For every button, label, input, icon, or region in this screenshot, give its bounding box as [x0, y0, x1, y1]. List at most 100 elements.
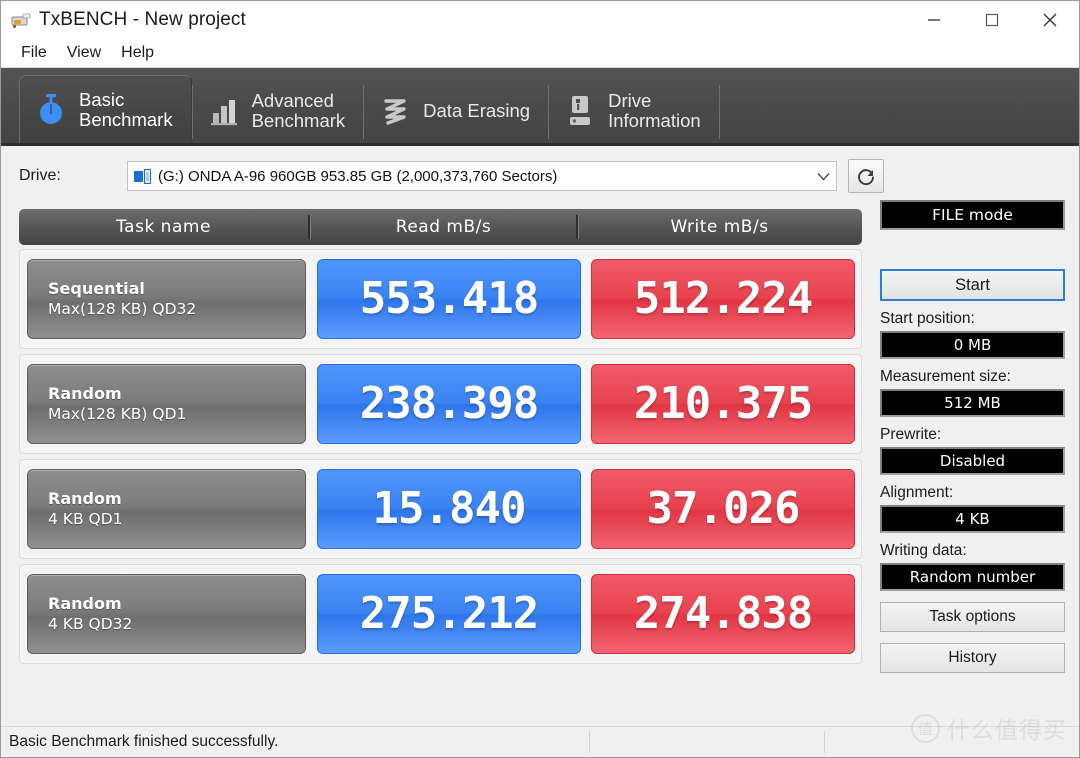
window-title: TxBENCH - New project	[39, 9, 246, 30]
write-speed-value: 210.375	[633, 378, 813, 429]
start-position-field[interactable]: 0 MB	[880, 331, 1065, 359]
task-name-line2: Max(128 KB) QD1	[48, 405, 187, 423]
read-speed-cell: 15.840	[317, 469, 581, 549]
start-position-value: 0 MB	[953, 336, 992, 354]
task-name-line1: Random	[48, 489, 122, 508]
drive-select-value: (G:) ONDA A-96 960GB 953.85 GB (2,000,37…	[158, 167, 558, 185]
task-name-line2: 4 KB QD1	[48, 510, 123, 528]
writing-data-field[interactable]: Random number	[880, 563, 1065, 591]
tab-basic-benchmark-label: Basic Benchmark	[79, 88, 173, 130]
column-header-task: Task name	[116, 217, 211, 237]
prewrite-value: Disabled	[939, 452, 1006, 470]
status-message: Basic Benchmark finished successfully.	[9, 733, 279, 750]
task-name-cell[interactable]: Random 4 KB QD32	[27, 574, 306, 654]
task-name-cell[interactable]: Sequential Max(128 KB) QD32	[27, 259, 306, 339]
task-name-line1: Random	[48, 594, 122, 613]
status-pane-2	[589, 731, 824, 753]
table-row: Random 4 KB QD32 275.212 274.838	[19, 564, 862, 664]
menu-item-help[interactable]: Help	[111, 42, 164, 64]
measurement-size-field[interactable]: 512 MB	[880, 389, 1065, 417]
start-button[interactable]: Start	[880, 269, 1065, 301]
tab-data-erasing[interactable]: Data Erasing	[364, 79, 548, 143]
read-speed-cell: 553.418	[317, 259, 581, 339]
tab-label-line1: Basic	[79, 88, 125, 110]
write-speed-value: 274.838	[633, 588, 813, 639]
writing-data-label: Writing data:	[880, 542, 967, 559]
write-speed-cell: 210.375	[591, 364, 855, 444]
close-button[interactable]	[1021, 1, 1079, 39]
txbench-window: TxBENCH - New project File View Help Bas…	[0, 0, 1080, 758]
measurement-size-value: 512 MB	[944, 394, 1001, 412]
read-speed-cell: 275.212	[317, 574, 581, 654]
tab-advanced-benchmark[interactable]: Advanced Benchmark	[193, 79, 364, 143]
tab-divider	[718, 85, 720, 139]
write-speed-value: 512.224	[633, 273, 813, 324]
tab-data-erasing-label: Data Erasing	[423, 101, 530, 121]
column-header-write: Write mB/s	[670, 217, 769, 237]
file-mode-button[interactable]: FILE mode	[880, 200, 1065, 230]
drive-label: Drive:	[19, 167, 61, 184]
task-name-cell[interactable]: Random 4 KB QD1	[27, 469, 306, 549]
table-row: Random 4 KB QD1 15.840 37.026	[19, 459, 862, 559]
settings-sidebar: FILE mode Start Start position: 0 MB Mea…	[862, 193, 1079, 726]
start-position-label: Start position:	[880, 310, 975, 327]
task-name-line1: Sequential	[48, 279, 145, 298]
title-bar: TxBENCH - New project	[1, 1, 1079, 39]
maximize-button[interactable]	[963, 1, 1021, 39]
write-speed-cell: 37.026	[591, 469, 855, 549]
tab-drive-information[interactable]: Drive Information	[549, 79, 719, 143]
alignment-label: Alignment:	[880, 484, 954, 501]
tab-label-line1: Advanced	[251, 90, 334, 111]
tab-label-line2: Benchmark	[79, 108, 173, 130]
task-name-cell[interactable]: Random Max(128 KB) QD1	[27, 364, 306, 444]
bar-chart-icon	[207, 91, 241, 131]
status-bar: Basic Benchmark finished successfully.	[1, 726, 1079, 757]
task-name-line1: Random	[48, 384, 122, 403]
history-button[interactable]: History	[880, 643, 1065, 673]
history-label: History	[948, 649, 997, 666]
alignment-field[interactable]: 4 KB	[880, 505, 1065, 533]
read-speed-cell: 238.398	[317, 364, 581, 444]
write-speed-cell: 274.838	[591, 574, 855, 654]
read-speed-value: 238.398	[359, 378, 539, 429]
minimize-button[interactable]	[905, 1, 963, 39]
refresh-icon[interactable]	[848, 159, 884, 193]
drive-select[interactable]: (G:) ONDA A-96 960GB 953.85 GB (2,000,37…	[127, 161, 837, 191]
status-pane-3	[824, 731, 1079, 753]
benchmark-panel: Task name Read mB/s Write mB/s Sequentia…	[19, 193, 862, 726]
menu-item-view[interactable]: View	[57, 42, 111, 64]
menu-item-file[interactable]: File	[11, 42, 57, 64]
writing-data-value: Random number	[909, 568, 1036, 586]
tab-label-line2: Information	[608, 110, 701, 131]
read-speed-value: 553.418	[359, 273, 539, 324]
window-controls	[905, 1, 1079, 39]
table-row: Random Max(128 KB) QD1 238.398 210.375	[19, 354, 862, 454]
tab-label-line1: Data Erasing	[423, 100, 531, 121]
results-rows: Sequential Max(128 KB) QD32 553.418 512.…	[19, 249, 862, 669]
drive-selection-row: Drive: (G:) ONDA A-96 960GB 953.85 GB (2…	[1, 146, 1079, 193]
read-speed-value: 275.212	[359, 588, 539, 639]
tab-basic-benchmark[interactable]: Basic Benchmark	[19, 75, 192, 143]
task-options-label: Task options	[929, 608, 1016, 625]
menu-bar: File View Help	[1, 39, 1079, 68]
results-table-header: Task name Read mB/s Write mB/s	[19, 209, 862, 245]
task-options-button[interactable]: Task options	[880, 602, 1065, 632]
stopwatch-icon	[34, 90, 68, 130]
task-name-line2: Max(128 KB) QD32	[48, 300, 197, 318]
start-button-label: Start	[955, 275, 990, 294]
tab-label-line2: Benchmark	[251, 110, 346, 131]
tab-advanced-benchmark-label: Advanced Benchmark	[252, 91, 346, 131]
shredder-icon	[378, 91, 412, 131]
write-speed-cell: 512.224	[591, 259, 855, 339]
write-speed-value: 37.026	[646, 483, 801, 534]
main-split: Task name Read mB/s Write mB/s Sequentia…	[1, 193, 1079, 726]
content-area: Drive: (G:) ONDA A-96 960GB 953.85 GB (2…	[1, 146, 1079, 757]
tab-strip: Basic Benchmark Advanced Benchmark Data …	[1, 68, 1079, 146]
measurement-size-label: Measurement size:	[880, 368, 1011, 385]
drive-icon	[563, 91, 597, 131]
prewrite-label: Prewrite:	[880, 426, 942, 443]
alignment-value: 4 KB	[955, 510, 990, 528]
chevron-down-icon[interactable]	[810, 162, 836, 190]
read-speed-value: 15.840	[372, 483, 527, 534]
prewrite-field[interactable]: Disabled	[880, 447, 1065, 475]
